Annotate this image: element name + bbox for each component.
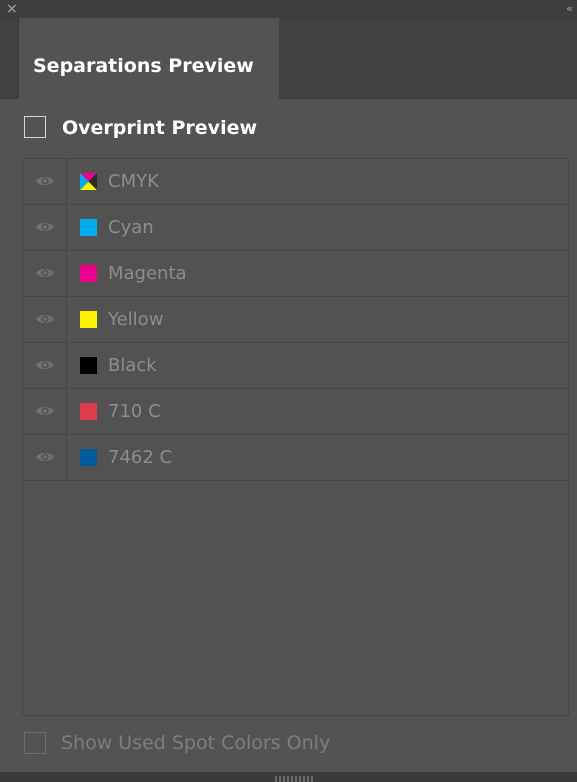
collapse-icon[interactable]: ‹‹	[566, 0, 573, 18]
resize-grip-icon[interactable]	[275, 776, 315, 782]
list-item[interactable]: Yellow	[23, 297, 568, 343]
separation-label: Yellow	[108, 309, 164, 330]
visibility-cell[interactable]	[23, 297, 67, 343]
separations-panel: × ‹‹ Separations Preview Overprint Previ…	[0, 0, 577, 782]
tab-separations-preview[interactable]: Separations Preview	[18, 18, 279, 99]
separation-label: Magenta	[108, 263, 187, 284]
swatch-black	[80, 357, 97, 374]
separation-label: 7462 C	[108, 447, 173, 468]
swatch-710c	[80, 403, 97, 420]
list-item[interactable]: CMYK	[23, 159, 568, 205]
eye-icon[interactable]	[35, 220, 55, 234]
panel-titlebar: × ‹‹	[0, 0, 577, 18]
tab-label: Separations Preview	[33, 55, 254, 77]
visibility-cell[interactable]	[23, 159, 67, 205]
separation-label: CMYK	[108, 171, 159, 192]
show-used-spot-colors-checkbox[interactable]	[24, 732, 46, 754]
eye-icon[interactable]	[35, 174, 55, 188]
visibility-cell[interactable]	[23, 435, 67, 481]
swatch-7462c	[80, 449, 97, 466]
eye-icon[interactable]	[35, 266, 55, 280]
separations-list: CMYK Cyan Magenta Yellow Black 710 C 746…	[22, 158, 569, 716]
close-icon[interactable]: ×	[6, 0, 18, 18]
visibility-cell[interactable]	[23, 389, 67, 435]
list-item[interactable]: Black	[23, 343, 568, 389]
eye-icon[interactable]	[35, 450, 55, 464]
eye-icon[interactable]	[35, 312, 55, 326]
cmyk-icon	[80, 173, 97, 190]
visibility-cell[interactable]	[23, 251, 67, 297]
overprint-preview-checkbox[interactable]	[24, 116, 46, 138]
separation-label: Cyan	[108, 217, 154, 238]
list-item[interactable]: 7462 C	[23, 435, 568, 481]
swatch-yellow	[80, 311, 97, 328]
separation-label: 710 C	[108, 401, 161, 422]
list-item[interactable]: Cyan	[23, 205, 568, 251]
visibility-cell[interactable]	[23, 343, 67, 389]
eye-icon[interactable]	[35, 358, 55, 372]
swatch-cyan	[80, 219, 97, 236]
show-used-spot-colors-label: Show Used Spot Colors Only	[61, 732, 331, 754]
overprint-preview-label: Overprint Preview	[62, 117, 258, 139]
separation-label: Black	[108, 355, 157, 376]
list-item[interactable]: Magenta	[23, 251, 568, 297]
swatch-magenta	[80, 265, 97, 282]
visibility-cell[interactable]	[23, 205, 67, 251]
eye-icon[interactable]	[35, 404, 55, 418]
list-item[interactable]: 710 C	[23, 389, 568, 435]
